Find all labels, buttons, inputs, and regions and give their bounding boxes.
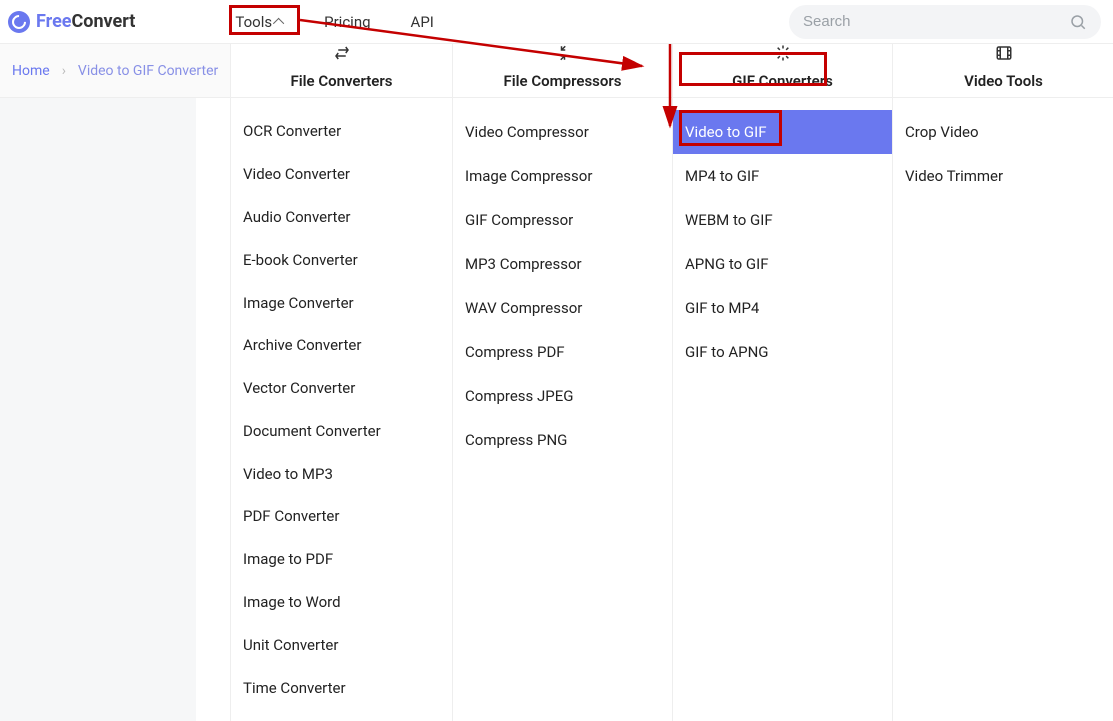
megamenu-item[interactable]: Audio Converter [231, 196, 452, 239]
megamenu-item[interactable]: GIF to MP4 [673, 286, 892, 330]
megamenu-item[interactable]: Video Compressor [453, 110, 672, 154]
sidebar-background [0, 44, 196, 721]
topbar: FreeConvert Tools Pricing API [0, 0, 1113, 44]
megamenu-item[interactable]: GIF to APNG [673, 330, 892, 374]
megamenu-item[interactable]: GIF Compressor [453, 198, 672, 242]
megamenu-item[interactable]: Video Converter [231, 153, 452, 196]
nav-api[interactable]: API [411, 13, 434, 31]
megamenu-item[interactable]: Compress JPEG [453, 374, 672, 418]
megamenu-column-gif-converters: Video to GIFMP4 to GIFWEBM to GIFAPNG to… [673, 98, 893, 721]
megamenu-item[interactable]: Video to MP3 [231, 452, 452, 495]
megamenu-item[interactable]: WEBM to GIF [673, 198, 892, 242]
megamenu-header-video-tools[interactable]: Video Tools [893, 44, 1113, 98]
megamenu-header-file-compressors[interactable]: File Compressors [453, 44, 673, 98]
megamenu-header-label: Video Tools [964, 72, 1043, 90]
search-box[interactable] [789, 5, 1101, 39]
breadcrumb-current: Video to GIF Converter [78, 63, 218, 79]
logo-convert: Convert [72, 11, 136, 32]
megamenu-column-file-converters: OCR ConverterVideo ConverterAudio Conver… [231, 98, 453, 721]
megamenu-item[interactable]: Time Converter [231, 666, 452, 709]
megamenu-item[interactable]: MP4 to GIF [673, 154, 892, 198]
chevron-up-icon [273, 17, 284, 28]
film-icon [995, 44, 1013, 62]
megamenu-header-file-converters[interactable]: File Converters [231, 44, 453, 98]
spinner-icon [774, 44, 792, 62]
megamenu-item[interactable]: MP3 Compressor [453, 242, 672, 286]
logo[interactable]: FreeConvert [8, 11, 135, 33]
megamenu-item[interactable]: Archive Converter [231, 324, 452, 367]
megamenu-item[interactable]: Image to Word [231, 581, 452, 624]
swap-icon [333, 44, 351, 62]
megamenu-item[interactable]: Image Compressor [453, 154, 672, 198]
logo-text: FreeConvert [36, 11, 135, 32]
tools-megamenu: File Converters File Compressors GIF Conve… [230, 44, 1113, 721]
search-icon [1069, 13, 1087, 31]
megamenu-header-gif-converters[interactable]: GIF Converters [673, 44, 893, 98]
compress-icon [554, 44, 572, 62]
megamenu-item[interactable]: Compress PDF [453, 330, 672, 374]
megamenu-item[interactable]: WAV Compressor [453, 286, 672, 330]
megamenu-item[interactable]: Compress PNG [453, 418, 672, 462]
megamenu-item[interactable]: Image Converter [231, 281, 452, 324]
megamenu-headers: File Converters File Compressors GIF Conve… [231, 44, 1113, 98]
breadcrumb-home[interactable]: Home [12, 63, 50, 79]
nav-tools[interactable]: Tools [235, 13, 284, 31]
megamenu-item[interactable]: Image to PDF [231, 538, 452, 581]
megamenu-header-label: File Compressors [504, 72, 622, 90]
megamenu-item[interactable]: PDF Converter [231, 495, 452, 538]
megamenu-item[interactable]: OCR Converter [231, 110, 452, 153]
megamenu-header-label: GIF Converters [732, 72, 833, 90]
search-input[interactable] [803, 13, 1069, 30]
megamenu-item[interactable]: Unit Converter [231, 623, 452, 666]
megamenu-item[interactable]: Vector Converter [231, 367, 452, 410]
megamenu-header-label: File Converters [291, 72, 393, 90]
logo-icon [8, 11, 30, 33]
logo-free: Free [36, 11, 72, 32]
primary-nav: Tools Pricing API [235, 13, 433, 31]
megamenu-body: OCR ConverterVideo ConverterAudio Conver… [231, 98, 1113, 721]
megamenu-column-file-compressors: Video CompressorImage CompressorGIF Comp… [453, 98, 673, 721]
megamenu-item[interactable]: Document Converter [231, 409, 452, 452]
megamenu-item[interactable]: Video to GIF [673, 110, 892, 154]
nav-tools-label: Tools [235, 13, 272, 31]
nav-pricing[interactable]: Pricing [324, 13, 370, 31]
megamenu-item[interactable]: E-book Converter [231, 238, 452, 281]
megamenu-item[interactable]: Crop Video [893, 110, 1113, 154]
megamenu-item[interactable]: APNG to GIF [673, 242, 892, 286]
megamenu-item[interactable]: Video Trimmer [893, 154, 1113, 198]
chevron-right-icon: › [62, 63, 66, 79]
megamenu-column-video-tools: Crop VideoVideo Trimmer [893, 98, 1113, 721]
